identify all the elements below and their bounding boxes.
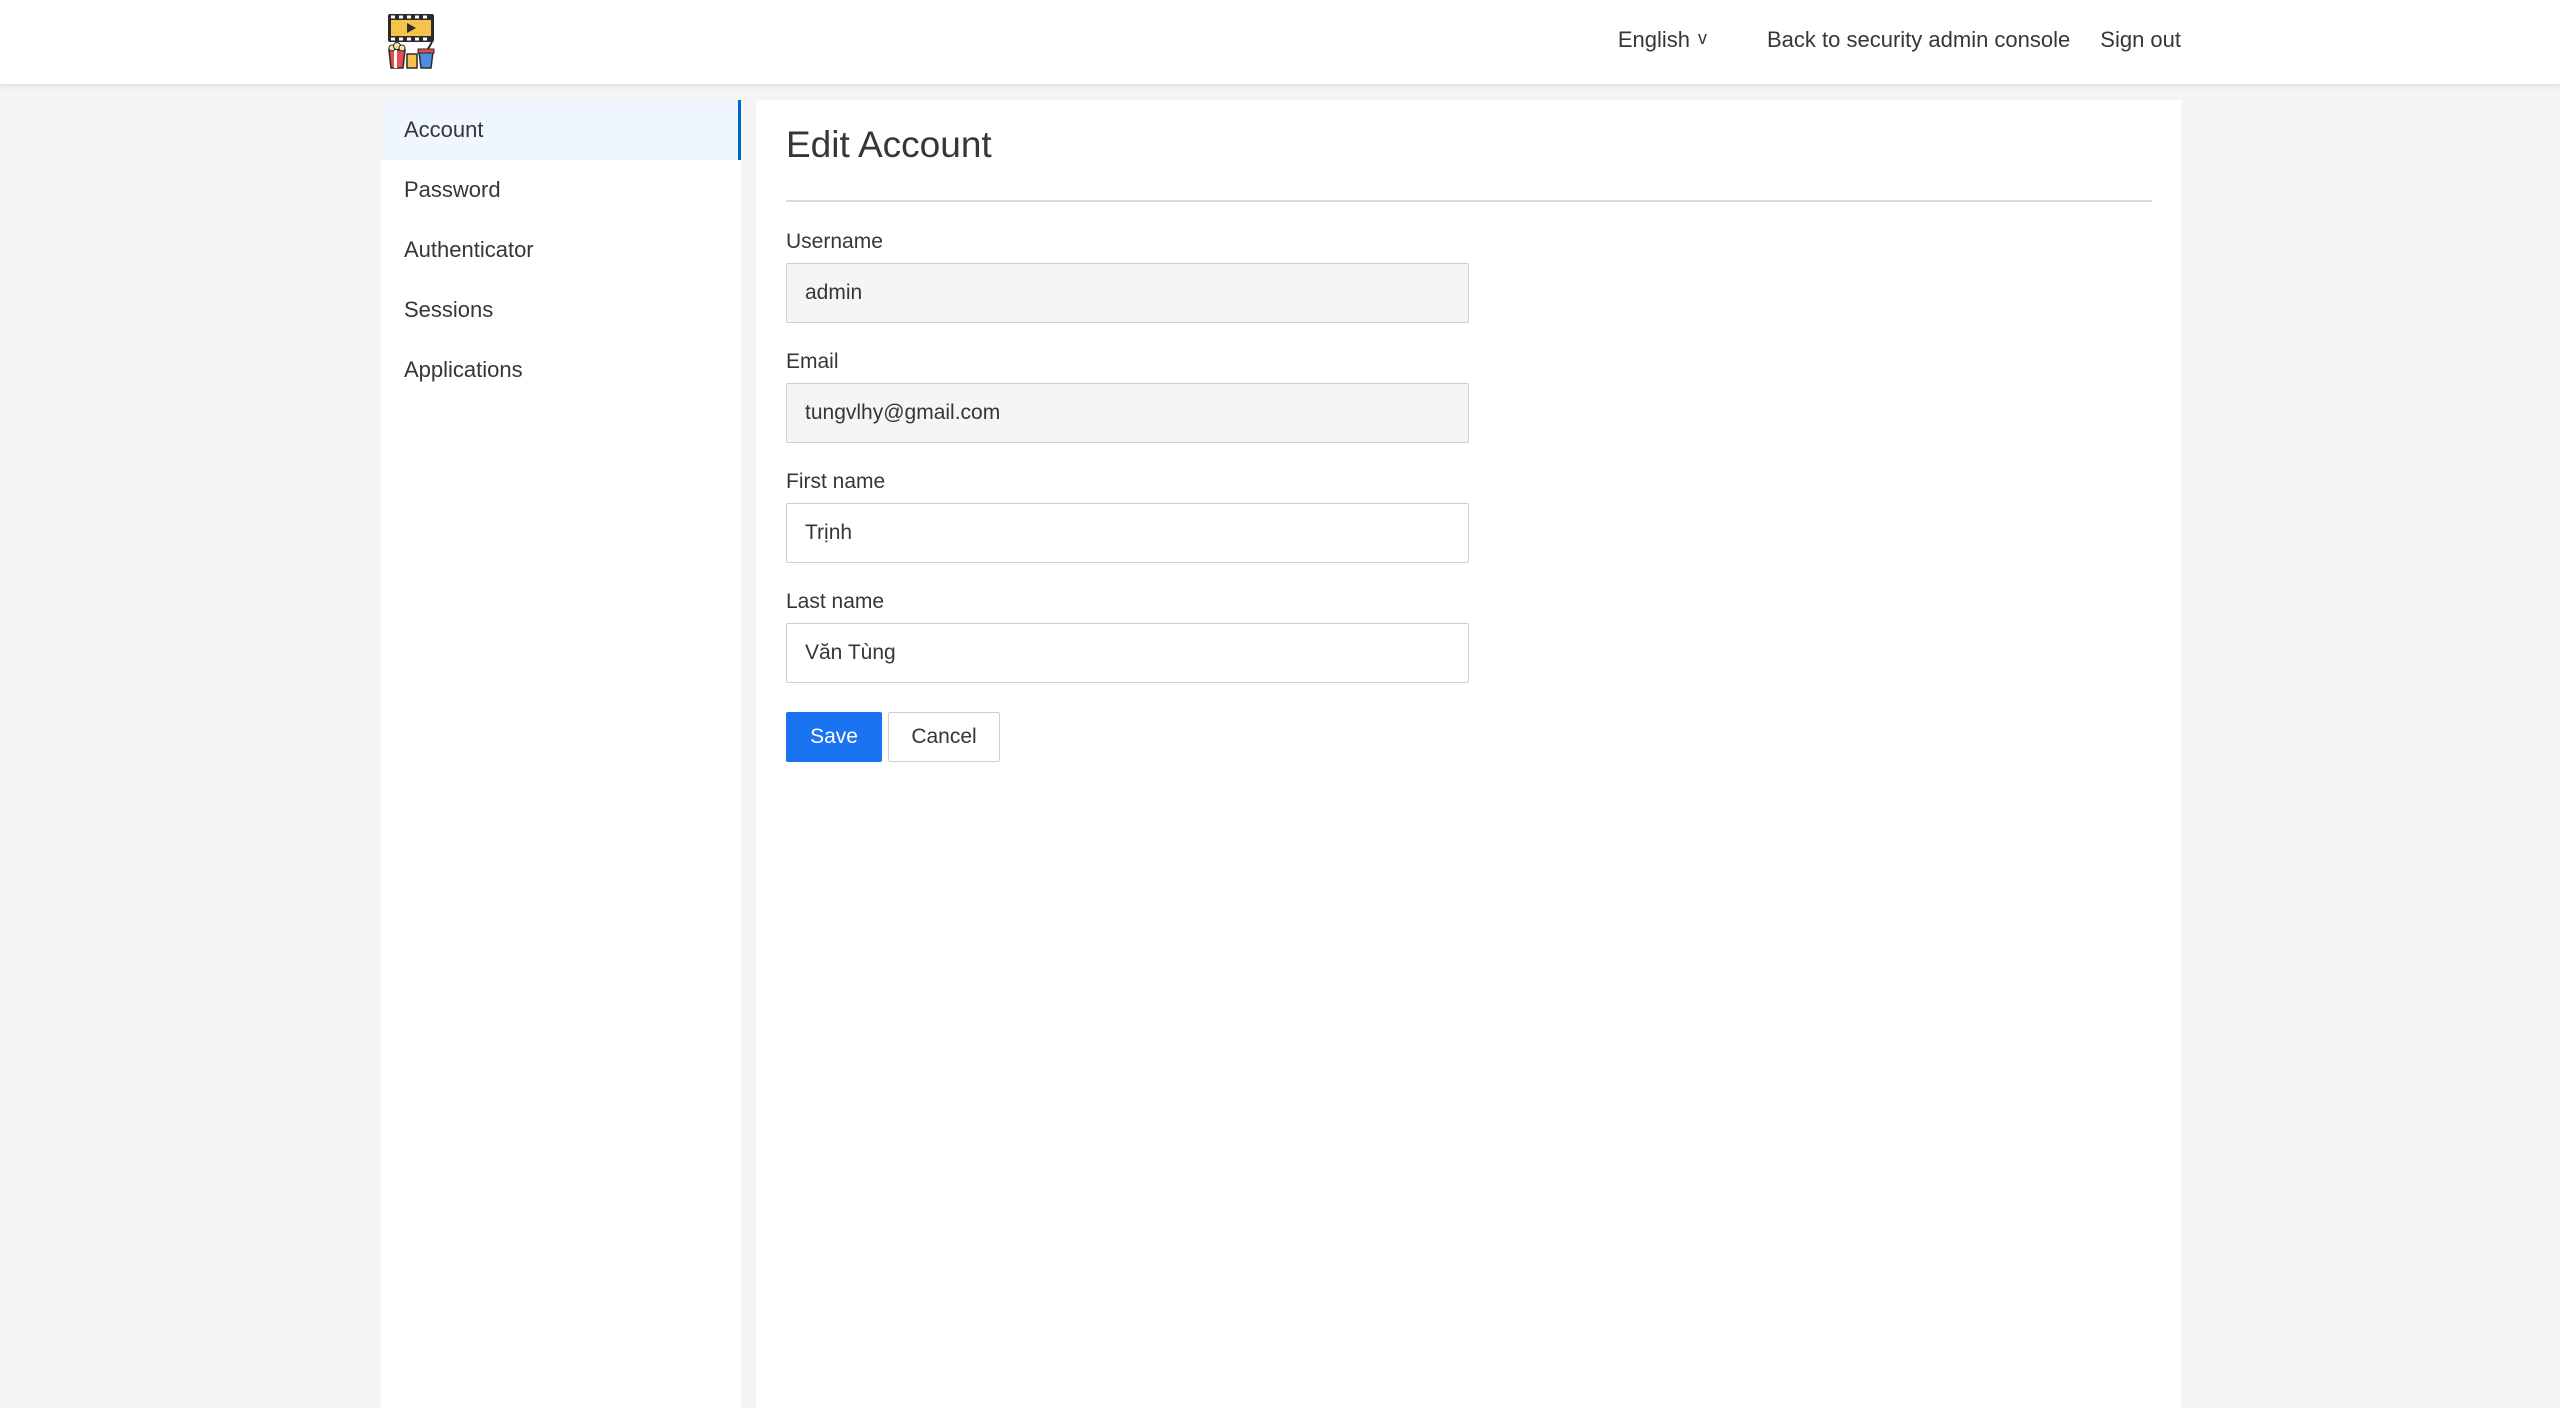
cancel-button[interactable]: Cancel [888,712,1000,762]
chevron-down-icon: v [1698,27,1707,48]
email-field[interactable] [786,383,1469,443]
language-selector[interactable]: English v [1618,27,1707,53]
save-button[interactable]: Save [786,712,882,762]
cinema-logo-icon[interactable] [386,12,436,70]
top-header: English v Back to security admin console… [0,0,2560,85]
last-name-label: Last name [786,590,885,613]
sidebar-item-account[interactable]: Account [381,100,741,160]
back-to-admin-console-link[interactable]: Back to security admin console [1767,27,2070,53]
sidebar-item-password[interactable]: Password [381,160,741,220]
username-field[interactable] [786,263,1469,323]
username-label: Username [786,230,883,253]
sidebar: Account Password Authenticator Sessions … [381,100,741,1408]
page-title: Edit Account [786,124,992,165]
main-content: Edit Account Username Email First name L… [756,100,2181,1408]
email-label: Email [786,350,839,373]
sidebar-item-sessions[interactable]: Sessions [381,280,741,340]
first-name-field[interactable] [786,503,1469,563]
first-name-label: First name [786,470,886,493]
sidebar-item-applications[interactable]: Applications [381,340,741,400]
title-divider [786,200,2152,202]
sidebar-item-authenticator[interactable]: Authenticator [381,220,741,280]
language-label: English [1617,27,1690,52]
header-nav: English v Back to security admin console… [1618,0,2181,80]
sign-out-link[interactable]: Sign out [2100,27,2181,53]
last-name-field[interactable] [786,623,1469,683]
